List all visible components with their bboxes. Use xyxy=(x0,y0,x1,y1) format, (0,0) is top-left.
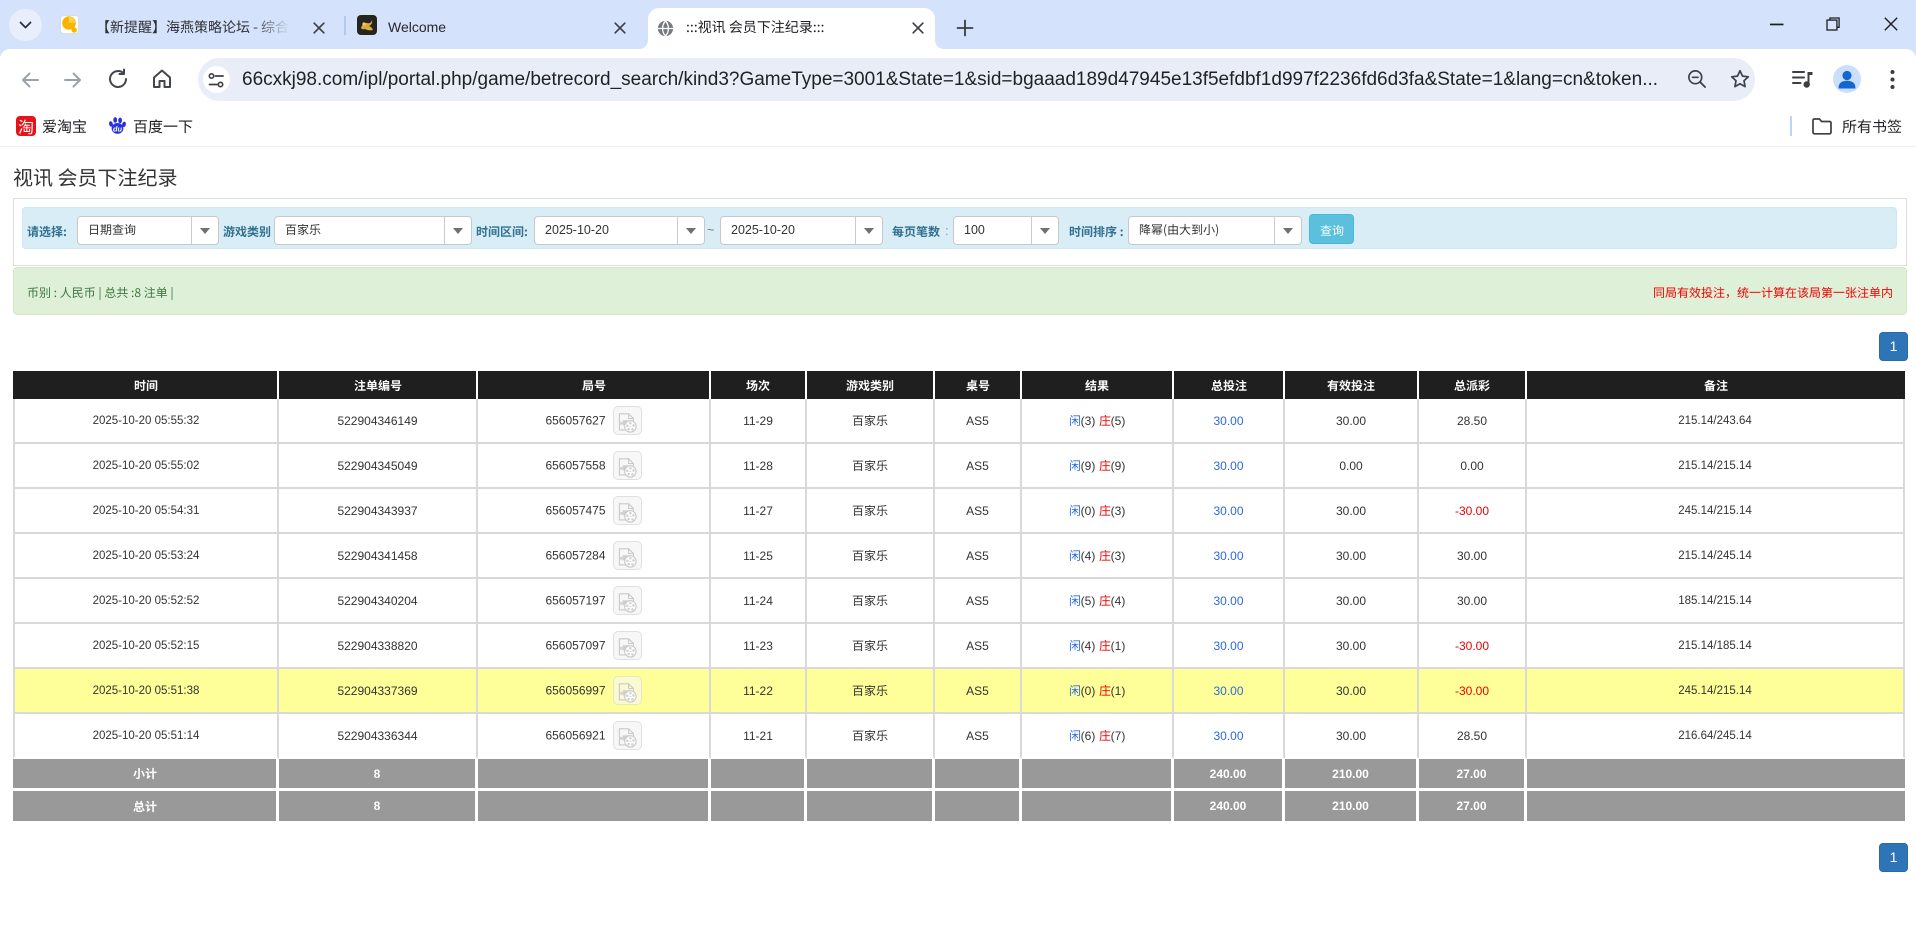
svg-text:du: du xyxy=(113,124,123,133)
